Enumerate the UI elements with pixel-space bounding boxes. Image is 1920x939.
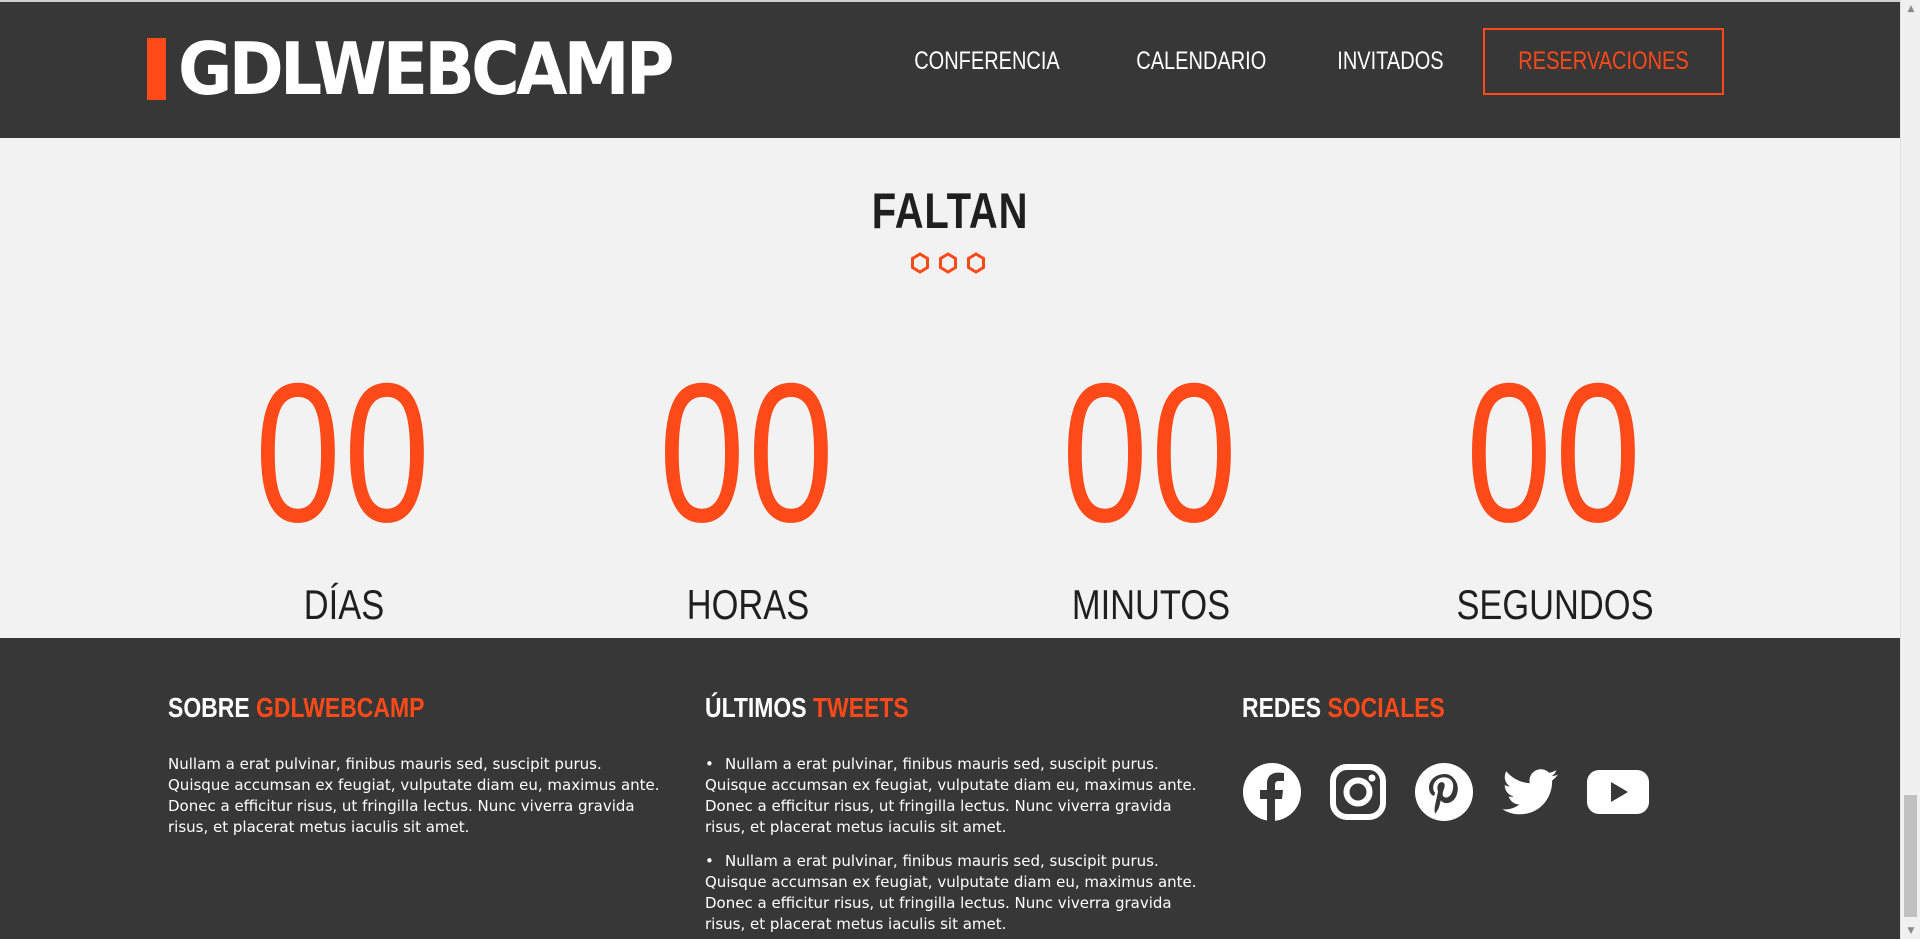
title-main: REDES [1242,692,1322,723]
counter-value: 00 [254,342,434,563]
social-links [1242,762,1650,822]
counter-label: MINUTOS [1071,581,1231,628]
site-footer: SOBRE GDLWEBCAMP Nullam a erat pulvinar,… [0,638,1900,939]
youtube-icon[interactable] [1586,762,1650,822]
hexagon-icon [967,252,985,274]
footer-tweets-title: ÚLTIMOS TWEETS [705,692,1108,724]
scroll-down-arrow[interactable]: ▼ [1901,922,1920,939]
logo-text: GDLWEBCAMP [178,27,674,111]
hexagon-icon [911,252,929,274]
nav-link-calendario[interactable]: CALENDARIO [1136,47,1266,76]
hexagon-divider [910,252,986,274]
counter-hours: 00 HORAS [598,353,898,629]
title-accent: TWEETS [812,692,909,723]
counter-value: 00 [1465,342,1645,563]
footer-about-title: SOBRE GDLWEBCAMP [168,692,571,724]
title-main: SOBRE [168,692,250,723]
title-main: ÚLTIMOS [705,692,807,723]
section-title: FALTAN [871,183,1029,239]
counter-label: DÍAS [303,581,385,628]
counter-minutes: 00 MINUTOS [1001,353,1301,629]
footer-social-title: REDES SOCIALES [1242,692,1577,724]
tweet-item: Nullam a erat pulvinar, finibus mauris s… [685,754,1197,838]
footer-tweets: ÚLTIMOS TWEETS Nullam a erat pulvinar, f… [685,692,1197,939]
nav-link-conferencia[interactable]: CONFERENCIA [914,47,1060,76]
reservaciones-label: RESERVACIONES [1518,47,1689,75]
instagram-icon[interactable] [1328,762,1388,822]
tweet-item: Nullam a erat pulvinar, finibus mauris s… [685,851,1197,935]
hexagon-icon [939,252,957,274]
counter-days: 00 DÍAS [194,353,494,629]
counter-label: HORAS [686,581,810,628]
scroll-thumb[interactable] [1904,795,1917,917]
counter-seconds: 00 SEGUNDOS [1405,353,1705,629]
counter-value: 00 [658,342,838,563]
counter-label: SEGUNDOS [1456,581,1654,628]
logo-accent-bar [147,38,166,100]
nav-button-reservaciones[interactable]: RESERVACIONES [1482,28,1724,95]
site-logo[interactable]: GDLWEBCAMP [147,27,714,111]
counter-value: 00 [1061,342,1241,563]
countdown-section: FALTAN 00 DÍAS 00 HORAS 00 MINUTOS 00 SE… [0,138,1900,638]
title-accent: GDLWEBCAMP [256,692,425,723]
footer-about: SOBRE GDLWEBCAMP Nullam a erat pulvinar,… [168,692,660,838]
facebook-icon[interactable] [1242,762,1302,822]
tweet-list: Nullam a erat pulvinar, finibus mauris s… [685,754,1197,935]
scroll-up-arrow[interactable]: ▲ [1901,0,1920,17]
pinterest-icon[interactable] [1414,762,1474,822]
page-scrollbar[interactable]: ▲ ▼ [1900,0,1920,939]
twitter-icon[interactable] [1500,762,1560,822]
footer-about-text: Nullam a erat pulvinar, finibus mauris s… [168,755,660,836]
site-header: GDLWEBCAMP CONFERENCIA CALENDARIO INVITA… [0,0,1900,138]
main-nav: CONFERENCIA CALENDARIO INVITADOS RESERVA… [854,28,1724,95]
nav-link-invitados[interactable]: INVITADOS [1337,47,1443,76]
title-accent: SOCIALES [1327,692,1445,723]
footer-social: REDES SOCIALES [1242,692,1650,822]
